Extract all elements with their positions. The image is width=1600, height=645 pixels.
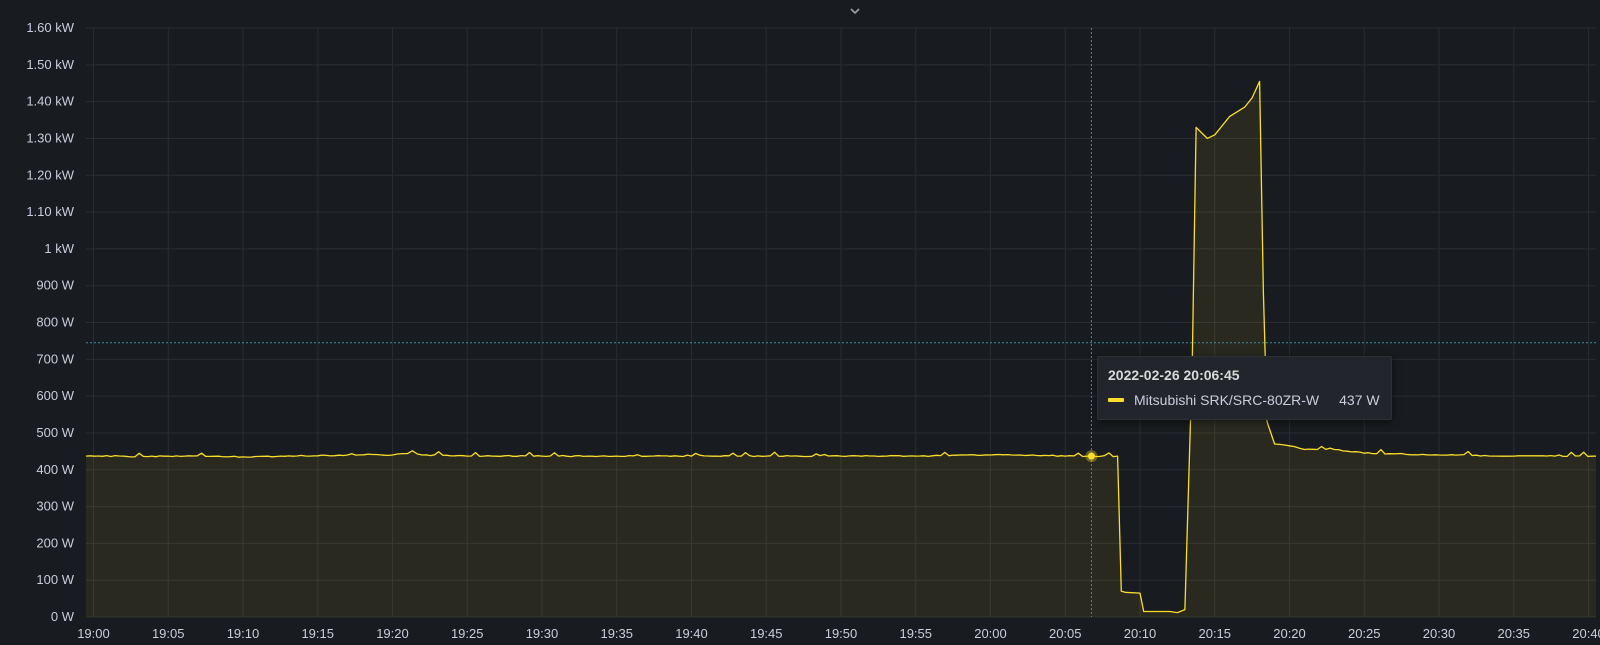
x-tick-label: 19:05 [152, 626, 185, 641]
x-tick-label: 19:55 [899, 626, 932, 641]
y-tick-label: 1.50 kW [26, 57, 74, 72]
y-tick-label: 1.40 kW [26, 94, 74, 109]
x-tick-label: 20:30 [1423, 626, 1456, 641]
y-tick-label: 900 W [36, 278, 74, 293]
x-tick-label: 19:15 [301, 626, 334, 641]
y-tick-label: 400 W [36, 462, 74, 477]
y-tick-label: 1.30 kW [26, 130, 74, 145]
x-tick-label: 20:15 [1198, 626, 1231, 641]
x-tick-label: 19:50 [825, 626, 858, 641]
x-tick-label: 20:10 [1124, 626, 1157, 641]
x-axis-ticks: 19:00 19:05 19:10 19:15 19:20 19:25 19:30 19:35… [77, 626, 1600, 641]
tooltip-series-value: 437 W [1339, 392, 1380, 408]
tooltip-series-swatch [1108, 398, 1124, 402]
x-tick-label: 20:00 [974, 626, 1007, 641]
x-tick-label: 19:30 [526, 626, 559, 641]
x-tick-label: 20:25 [1348, 626, 1381, 641]
y-tick-label: 1.60 kW [26, 20, 74, 35]
x-tick-label: 19:20 [376, 626, 409, 641]
x-tick-label: 19:40 [675, 626, 708, 641]
x-tick-label: 19:45 [750, 626, 783, 641]
y-tick-label: 500 W [36, 425, 74, 440]
x-tick-label: 20:20 [1273, 626, 1306, 641]
y-tick-label: 1 kW [44, 241, 74, 256]
y-tick-label: 600 W [36, 388, 74, 403]
hover-tooltip: 2022-02-26 20:06:45 Mitsubishi SRK/SRC-8… [1097, 356, 1392, 420]
x-tick-label: 19:25 [451, 626, 484, 641]
y-tick-label: 0 W [51, 609, 75, 624]
y-tick-label: 100 W [36, 572, 74, 587]
chart-plot-area[interactable]: 0 W 100 W 200 W 300 W 400 W 500 W 600 W 700 W 80… [0, 0, 1600, 645]
tooltip-series-row: Mitsubishi SRK/SRC-80ZR-W 437 W [1108, 391, 1381, 409]
tooltip-series-name: Mitsubishi SRK/SRC-80ZR-W [1134, 392, 1320, 408]
y-tick-label: 1.10 kW [26, 204, 74, 219]
x-tick-label: 20:35 [1497, 626, 1530, 641]
x-tick-label: 19:10 [227, 626, 260, 641]
y-tick-label: 1.20 kW [26, 167, 74, 182]
y-axis-ticks: 0 W 100 W 200 W 300 W 400 W 500 W 600 W 700 W 80… [26, 20, 74, 624]
y-tick-label: 200 W [36, 535, 74, 550]
x-tick-label: 19:35 [600, 626, 633, 641]
x-tick-label: 20:05 [1049, 626, 1082, 641]
timeseries-panel: 0 W 100 W 200 W 300 W 400 W 500 W 600 W 700 W 80… [0, 0, 1600, 645]
y-tick-label: 800 W [36, 315, 74, 330]
tooltip-time: 2022-02-26 20:06:45 [1108, 367, 1240, 383]
x-tick-label: 19:00 [77, 626, 110, 641]
y-tick-label: 300 W [36, 499, 74, 514]
x-tick-label: 20:40 [1572, 626, 1600, 641]
y-tick-label: 700 W [36, 351, 74, 366]
hover-point [1087, 452, 1095, 460]
